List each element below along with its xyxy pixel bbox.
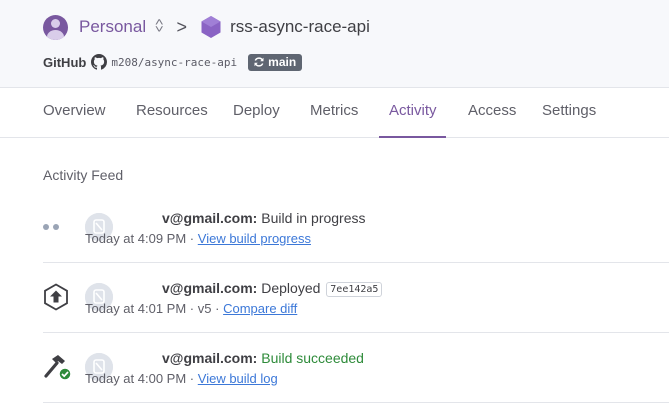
github-connection: GitHub m208/async-race-api main [43, 53, 303, 71]
chevron-up-down-icon[interactable]: ˄ ˅ [155, 18, 164, 36]
meta-separator: · [189, 301, 195, 316]
activity-message: Deployed [261, 280, 321, 296]
activity-user: v@gmail.com: [162, 280, 258, 296]
divider [43, 402, 669, 403]
release-version: v5 [197, 301, 212, 316]
in-progress-dots-icon [43, 224, 61, 230]
activity-meta: Today at 4:09 PM · View build progress [85, 231, 311, 246]
activity-line: v@gmail.com: Deployed 7ee142a5 [162, 280, 383, 297]
divider [43, 262, 669, 263]
account-switcher[interactable]: Personal [79, 17, 146, 37]
activity-feed-title: Activity Feed [43, 167, 124, 183]
activity-time: Today at 4:01 PM [85, 301, 187, 316]
app-hexagon-icon [201, 16, 221, 38]
view-build-progress-link[interactable]: View build progress [198, 231, 311, 246]
tab-deploy[interactable]: Deploy [233, 88, 280, 138]
activity-meta: Today at 4:01 PM · v5 · Compare diff [85, 301, 297, 316]
branch-badge[interactable]: main [248, 53, 303, 71]
deploy-arrow-icon [44, 283, 68, 311]
activity-line: v@gmail.com: Build in progress [162, 210, 366, 226]
github-label: GitHub [43, 54, 87, 70]
activity-user: v@gmail.com: [162, 210, 258, 226]
github-icon [91, 54, 108, 70]
tab-resources[interactable]: Resources [136, 88, 208, 138]
compare-diff-link[interactable]: Compare diff [223, 301, 297, 316]
sync-icon [254, 57, 264, 67]
app-name[interactable]: rss-async-race-api [230, 17, 370, 37]
tab-access[interactable]: Access [468, 88, 516, 138]
tab-metrics[interactable]: Metrics [310, 88, 358, 138]
divider [43, 332, 669, 333]
breadcrumb: Personal ˄ ˅ > rss-async-race-api [43, 13, 370, 41]
app-header: Personal ˄ ˅ > rss-async-race-api GitHub … [0, 0, 669, 88]
meta-separator: · [189, 231, 195, 246]
breadcrumb-separator: > [176, 16, 188, 37]
active-tab-indicator [379, 136, 446, 138]
tab-settings[interactable]: Settings [542, 88, 596, 138]
activity-time: Today at 4:09 PM [85, 231, 187, 246]
branch-name: main [268, 55, 297, 69]
view-build-log-link[interactable]: View build log [198, 371, 278, 386]
meta-separator: · [189, 371, 195, 386]
github-repo-link[interactable]: m208/async-race-api [111, 56, 237, 69]
meta-separator: · [215, 301, 220, 316]
tab-activity[interactable]: Activity [389, 88, 437, 138]
build-hammer-success-icon [44, 355, 72, 381]
activity-message: Build in progress [261, 210, 366, 226]
activity-message: Build succeeded [261, 350, 364, 366]
activity-user: v@gmail.com: [162, 350, 258, 366]
activity-meta: Today at 4:00 PM · View build log [85, 371, 278, 386]
personal-avatar-icon[interactable] [43, 14, 68, 40]
app-tabs: Overview Resources Deploy Metrics Activi… [0, 88, 669, 138]
activity-time: Today at 4:00 PM [85, 371, 187, 386]
activity-line: v@gmail.com: Build succeeded [162, 350, 364, 366]
tab-overview[interactable]: Overview [43, 88, 106, 138]
commit-hash[interactable]: 7ee142a5 [326, 282, 383, 297]
